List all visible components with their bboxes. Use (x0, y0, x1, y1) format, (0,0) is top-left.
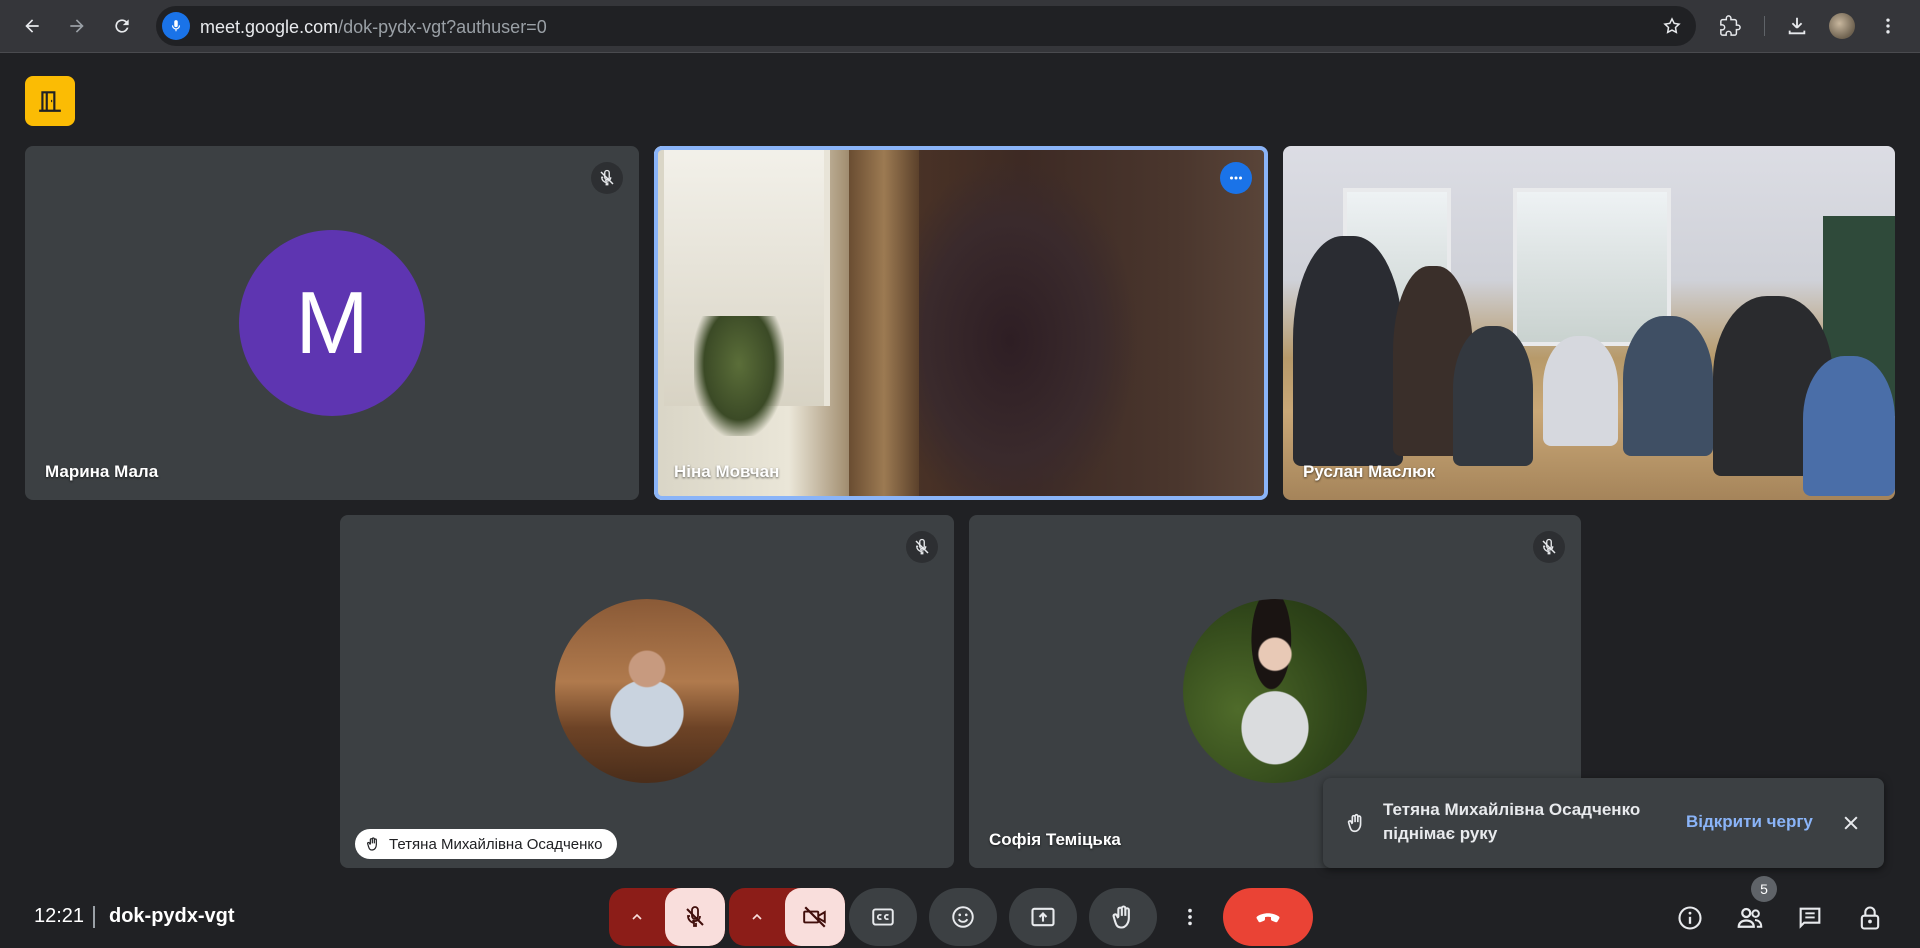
camera-off-icon (803, 906, 826, 928)
video-person (1543, 336, 1618, 446)
active-speaker-border (654, 146, 1268, 500)
video-person (1803, 356, 1895, 496)
host-controls-button[interactable] (1848, 896, 1892, 940)
participant-photo-avatar (555, 599, 739, 783)
companion-mode-button[interactable] (25, 76, 75, 126)
leave-call-button[interactable] (1223, 888, 1313, 946)
participant-tile[interactable]: M Марина Мала (25, 146, 639, 500)
participant-name: Тетяна Михайлівна Осадченко (389, 835, 603, 853)
reload-button[interactable] (106, 10, 138, 42)
mic-icon (171, 20, 181, 32)
bookmark-button[interactable] (1660, 14, 1684, 38)
participant-photo-avatar (1183, 599, 1367, 783)
meeting-details-button[interactable] (1668, 896, 1712, 940)
captions-button[interactable] (849, 888, 917, 946)
toggle-microphone-button[interactable] (665, 888, 725, 946)
toggle-camera-button[interactable] (785, 888, 845, 946)
present-screen-button[interactable] (1009, 888, 1077, 946)
emoji-icon (952, 906, 974, 928)
muted-indicator (1533, 531, 1565, 563)
closed-captions-icon (872, 908, 894, 926)
back-button[interactable] (16, 10, 48, 42)
raised-hand-icon (367, 837, 377, 851)
info-icon (1678, 906, 1702, 930)
meeting-code: dok-pydx-vgt (109, 905, 235, 927)
toolbar-separator (1764, 16, 1765, 36)
letter-avatar: M (239, 230, 425, 416)
browser-menu-button[interactable] (1872, 10, 1904, 42)
reactions-button[interactable] (929, 888, 997, 946)
reload-icon (115, 19, 129, 33)
url-text[interactable]: meet.google.com/dok-pydx-vgt?authuser=0 (200, 17, 547, 38)
microphone-control (609, 888, 725, 946)
video-person (1293, 236, 1403, 466)
star-icon (1663, 17, 1681, 34)
extensions-button[interactable] (1714, 10, 1746, 42)
participant-name: Марина Мала (45, 462, 159, 481)
muted-indicator (591, 162, 623, 194)
raised-hand-name-pill: Тетяна Михайлівна Осадченко (355, 829, 617, 859)
forward-icon (70, 19, 84, 33)
back-icon (25, 19, 39, 33)
open-queue-button[interactable]: Відкрити чергу (1686, 812, 1813, 832)
people-button[interactable] (1728, 896, 1772, 940)
participant-tile[interactable]: Руслан Маслюк (1283, 146, 1895, 500)
muted-indicator (906, 531, 938, 563)
mic-off-icon (686, 906, 704, 927)
notification-message: Тетяна Михайлівна Осадченко піднімає рук… (1383, 800, 1641, 843)
chat-icon (1799, 907, 1821, 929)
participant-tile-active-speaker[interactable]: Ніна Мовчан (654, 146, 1268, 500)
audio-options-button[interactable] (609, 888, 665, 946)
mic-in-use-indicator[interactable] (162, 12, 190, 40)
dots-icon (1230, 176, 1242, 180)
people-icon (1737, 907, 1763, 928)
participant-video (1283, 146, 1895, 500)
mic-off-icon (915, 538, 929, 555)
chat-button[interactable] (1788, 896, 1832, 940)
hand-icon (1112, 905, 1130, 929)
chevron-up-icon (752, 913, 762, 920)
clock-divider (93, 906, 95, 928)
extensions-icon (1720, 15, 1741, 36)
meeting-clock: 12:21 (34, 905, 85, 927)
address-bar[interactable]: meet.google.com/dok-pydx-vgt?authuser=0 (156, 6, 1696, 46)
menu-icon (1886, 18, 1890, 34)
speaking-indicator[interactable] (1220, 162, 1252, 194)
video-options-button[interactable] (729, 888, 785, 946)
hang-up-icon (1256, 913, 1280, 923)
participant-name: Софія Теміцька (989, 830, 1121, 849)
close-icon (1844, 816, 1858, 830)
downloads-button[interactable] (1781, 10, 1813, 42)
mic-off-icon (600, 169, 614, 186)
close-notification-button[interactable] (1836, 808, 1866, 838)
raised-hand-notification: Тетяна Михайлівна Осадченко піднімає рук… (1323, 778, 1884, 868)
more-vert-icon (1188, 908, 1192, 926)
raised-hand-icon (1343, 810, 1369, 836)
download-icon (1788, 17, 1806, 35)
url-path: /dok-pydx-vgt?authuser=0 (338, 17, 547, 37)
participant-name: Руслан Маслюк (1303, 462, 1436, 481)
participant-name: Ніна Мовчан (674, 462, 780, 481)
more-options-button[interactable] (1172, 888, 1208, 946)
camera-control (729, 888, 845, 946)
mic-off-icon (1542, 538, 1556, 555)
participant-tile[interactable] (340, 515, 954, 868)
lock-person-icon (1860, 906, 1880, 930)
chevron-up-icon (632, 913, 642, 920)
door-icon (39, 91, 61, 112)
raise-hand-button[interactable] (1089, 888, 1157, 946)
browser-toolbar: meet.google.com/dok-pydx-vgt?authuser=0 (0, 0, 1920, 53)
video-person (1453, 326, 1533, 466)
forward-button[interactable] (61, 10, 93, 42)
profile-avatar[interactable] (1829, 13, 1855, 39)
url-host: meet.google.com (200, 17, 339, 37)
present-icon (1031, 907, 1055, 927)
video-person (1623, 316, 1713, 456)
